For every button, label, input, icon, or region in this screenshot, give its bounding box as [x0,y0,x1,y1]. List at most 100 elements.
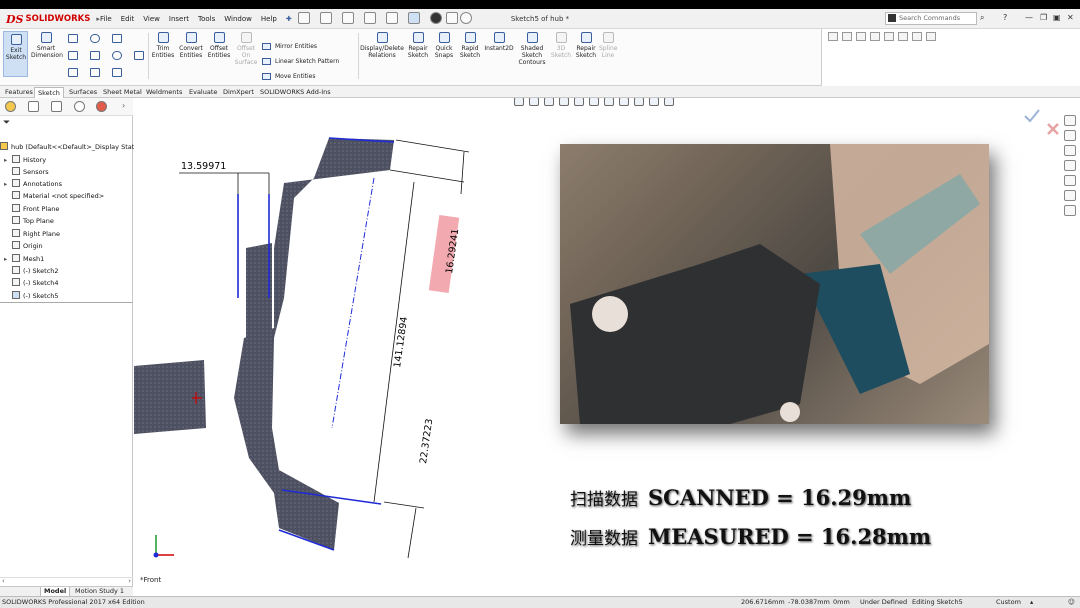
scroll-left-icon[interactable]: ‹ [2,577,5,585]
tab-model[interactable]: Model [40,587,71,596]
display-manager-icon[interactable] [96,101,107,112]
dimension-label-1[interactable]: 13.59971 [181,161,226,172]
custom-properties-icon[interactable] [1064,190,1076,201]
trim-entities-button[interactable]: Trim Entities [151,32,175,59]
repair-sketch-button[interactable]: Repair Sketch [406,32,430,59]
sketch-tool-icon[interactable] [870,32,880,41]
tab-dimxpert[interactable]: DimXpert [220,87,257,98]
dimension-label-4[interactable]: 22.37223 [418,418,435,464]
tree-item-annotations[interactable]: ▸ Annotations [4,179,62,188]
tile-icon[interactable]: ▣ [1053,13,1061,22]
tree-item-origin[interactable]: Origin [4,241,43,250]
move-entities-button[interactable]: Move Entities [262,73,315,80]
spline-line-button[interactable]: Spline Line [599,32,617,59]
cad-model-drawing[interactable]: 13.59971 16.29241 141.12894 22.37223 [134,98,594,586]
tree-item-label: Front Plane [23,205,60,213]
graphics-area[interactable]: 13.59971 16.29241 141.12894 22.37223 扫描数… [134,98,1080,586]
tab-surfaces[interactable]: Surfaces [66,87,100,98]
repair-sketch-2-button[interactable]: Repair Sketch [574,32,598,59]
tab-sheet-metal[interactable]: Sheet Metal [100,87,145,98]
ellipse-icon[interactable] [112,51,122,60]
shaded-sketch-contours-button[interactable]: Shaded Sketch Contours [516,32,548,66]
search-commands-input[interactable]: Search Commands [885,12,977,25]
tab-motion-study[interactable]: Motion Study 1 [72,587,127,596]
user-icon[interactable]: ☺ [1068,597,1075,608]
restore-icon[interactable]: ❐ [1040,13,1047,22]
property-manager-icon[interactable] [28,101,39,112]
circle-icon[interactable] [90,34,100,43]
offset-on-surface-button[interactable]: Offset On Surface [234,32,258,66]
help-icon[interactable]: ? [1003,13,1007,22]
tree-item-right-plane[interactable]: Right Plane [4,229,60,238]
spline-icon[interactable] [112,34,122,43]
sketch-tool-icon[interactable] [856,32,866,41]
units-selector[interactable]: Custom [996,597,1021,608]
file-explorer-icon[interactable] [1064,145,1076,156]
display-style-icon[interactable] [604,98,614,106]
tab-features[interactable]: Features [2,87,36,98]
exit-sketch-confirm-icon[interactable] [1024,109,1040,123]
design-library-icon[interactable] [1064,130,1076,141]
filter-icon[interactable]: ⏷ [3,118,10,128]
appearances-icon[interactable] [1064,175,1076,186]
tree-root[interactable]: hub (Default<<Default>_Display State 1 [0,142,145,151]
rectangle-icon[interactable] [68,51,78,60]
linear-sketch-pattern-button[interactable]: Linear Sketch Pattern [262,58,339,65]
sketch-tool-icon[interactable] [828,32,838,41]
minimize-icon[interactable]: — [1025,13,1033,22]
cancel-sketch-icon[interactable] [1046,122,1060,136]
hide-show-items-icon[interactable] [619,98,629,106]
sketch-tool-icon[interactable] [842,32,852,41]
feature-manager-icon[interactable] [5,101,16,112]
search-icon[interactable]: ⌕ [980,13,984,23]
tree-item-front-plane[interactable]: Front Plane [4,204,59,213]
panel-horizontal-scrollbar[interactable]: ‹ › [0,577,133,586]
mirror-entities-button[interactable]: Mirror Entities [262,43,317,50]
sketch-tool-icon[interactable] [912,32,922,41]
tree-item-sketch5[interactable]: (-) Sketch5 [4,291,59,300]
tree-item-material[interactable]: Material <not specified> [4,191,104,200]
view-palette-icon[interactable] [1064,160,1076,171]
tree-item-top-plane[interactable]: Top Plane [4,216,54,225]
3d-sketch-button[interactable]: 3D Sketch [550,32,572,59]
instant2d-button[interactable]: Instant2D [484,32,514,52]
confirmation-corner[interactable] [1022,106,1042,126]
units-dropdown-icon[interactable]: ▴ [1030,597,1033,608]
view-settings-icon[interactable] [664,98,674,106]
exit-sketch-button[interactable]: Exit Sketch [3,31,28,77]
display-delete-relations-button[interactable]: Display/Delete Relations [360,32,404,59]
tree-item-sensors[interactable]: Sensors [4,167,49,176]
solidworks-resources-icon[interactable] [1064,115,1076,126]
panel-expand-icon[interactable]: › [122,101,125,110]
apply-scene-icon[interactable] [649,98,659,106]
polygon-icon[interactable] [90,68,100,77]
quick-snaps-button[interactable]: Quick Snaps [432,32,456,59]
configuration-manager-icon[interactable] [51,101,62,112]
convert-entities-button[interactable]: Convert Entities [178,32,204,59]
dimension-label-3[interactable]: 141.12894 [392,316,410,368]
sketch-tool-icon[interactable] [898,32,908,41]
sketch-tool-icon[interactable] [884,32,894,41]
scroll-right-icon[interactable]: › [128,577,131,585]
tree-item-sketch4[interactable]: (-) Sketch4 [4,278,59,287]
dimxpert-manager-icon[interactable] [74,101,85,112]
tree-item-history[interactable]: ▸ History [4,155,46,164]
tab-addins[interactable]: SOLIDWORKS Add-Ins [257,87,334,98]
edit-appearance-icon[interactable] [634,98,644,106]
tab-weldments[interactable]: Weldments [143,87,185,98]
slot-icon[interactable] [90,51,100,60]
tree-item-sketch2[interactable]: (-) Sketch2 [4,266,59,275]
rapid-sketch-button[interactable]: Rapid Sketch [458,32,482,59]
sketch-tool-icon[interactable] [926,32,936,41]
tree-item-mesh1[interactable]: ▸ Mesh1 [4,254,44,263]
text-icon[interactable] [134,51,144,60]
fillet-icon[interactable] [112,68,122,77]
point-icon[interactable] [68,68,78,77]
line-icon[interactable] [68,34,78,43]
tab-evaluate[interactable]: Evaluate [186,87,220,98]
offset-entities-button[interactable]: Offset Entities [206,32,232,59]
smart-dimension-button[interactable]: Smart Dimension [31,32,63,59]
forum-icon[interactable] [1064,205,1076,216]
close-icon[interactable]: ✕ [1067,13,1074,22]
tab-sketch[interactable]: Sketch [34,87,64,98]
